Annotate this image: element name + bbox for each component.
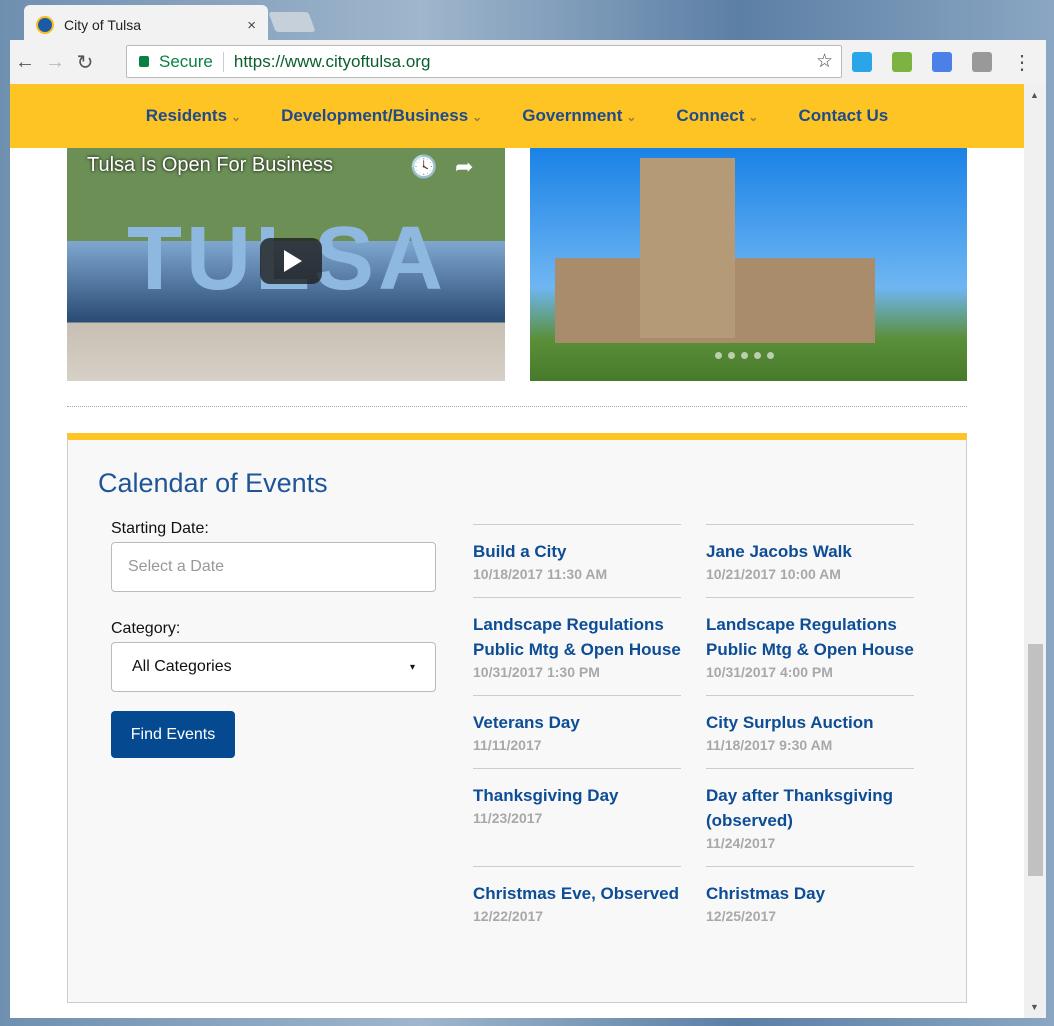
starting-date-label: Starting Date: [111,520,209,537]
nav-residents[interactable]: Residents ⌄ [146,106,241,126]
chevron-down-icon: ⌄ [748,110,759,124]
events-list: Build a City 10/18/2017 11:30 AM Jane Jac… [473,524,914,939]
event-title-link[interactable]: Landscape Regulations Public Mtg & Open … [706,612,914,662]
nav-contact-us[interactable]: Contact Us [798,106,888,126]
back-icon[interactable]: ← [10,51,40,74]
nav-development-business[interactable]: Development/Business ⌄ [281,106,482,126]
reload-icon[interactable]: ↻ [70,50,100,75]
event-date: 12/22/2017 [473,908,544,924]
secure-label: Secure [159,51,213,71]
slide-dot[interactable] [728,352,735,359]
translate-icon[interactable] [932,52,952,72]
scrollbar-thumb[interactable] [1028,644,1043,876]
slide-dot[interactable] [715,352,722,359]
extension-icon[interactable] [852,52,872,72]
nav-label: Contact Us [798,106,889,125]
share-icon[interactable]: ➦ [455,154,473,180]
nav-connect[interactable]: Connect ⌄ [676,106,758,126]
web-page: Residents ⌄ Development/Business ⌄ Governm… [10,84,1024,1018]
event-item: Christmas Eve, Observed 12/22/2017 [473,866,681,939]
event-title-link[interactable]: Landscape Regulations Public Mtg & Open … [473,612,681,662]
event-date: 11/11/2017 [473,737,542,753]
play-button[interactable] [260,238,322,284]
event-item: Landscape Regulations Public Mtg & Open … [473,597,681,695]
event-date: 11/24/2017 [706,835,776,851]
nav-label: Government [522,106,623,125]
event-item: City Surplus Auction 11/18/2017 9:30 AM [706,695,914,768]
event-item: Landscape Regulations Public Mtg & Open … [706,597,914,695]
event-title-link[interactable]: Jane Jacobs Walk [706,539,914,564]
slide-indicators [715,352,774,359]
event-item: Veterans Day 11/11/2017 [473,695,681,768]
event-item: Jane Jacobs Walk 10/21/2017 10:00 AM [706,524,914,597]
event-date: 10/21/2017 10:00 AM [706,566,841,582]
event-date: 10/31/2017 1:30 PM [473,664,600,680]
watch-later-icon[interactable]: 🕓 [410,154,437,180]
building-tower [640,158,735,338]
nav-label: Residents [145,106,228,125]
forward-icon[interactable]: → [40,51,70,74]
chevron-down-icon: ⌄ [231,110,242,124]
slide-dot[interactable] [741,352,748,359]
slideshow-image[interactable] [530,148,967,381]
extension-icon[interactable] [972,52,992,72]
event-title-link[interactable]: Thanksgiving Day [473,783,681,808]
bookmark-star-icon[interactable]: ☆ [816,50,833,73]
event-date: 10/18/2017 11:30 AM [473,566,608,582]
new-tab-button[interactable] [268,12,316,32]
date-placeholder: Select a Date [128,558,225,575]
event-date: 10/31/2017 4:00 PM [706,664,833,680]
scroll-up-arrow-icon[interactable]: ▲ [1030,90,1039,100]
event-title-link[interactable]: Day after Thanksgiving (observed) [706,783,914,833]
scroll-down-arrow-icon[interactable]: ▼ [1030,1002,1039,1012]
section-title: Calendar of Events [98,468,328,498]
divider [222,51,224,72]
nav-government[interactable]: Government ⌄ [522,106,636,126]
address-bar[interactable]: Secure https://www.cityoftulsa.org ☆ [126,45,842,78]
event-title-link[interactable]: Christmas Day [706,881,914,906]
event-item: Christmas Day 12/25/2017 [706,866,914,939]
find-events-button[interactable]: Find Events [111,711,235,758]
calendar-of-events: Calendar of Events Starting Date: Select… [67,433,967,1003]
event-title-link[interactable]: Build a City [473,539,681,564]
menu-icon[interactable]: ⋮ [1007,50,1037,75]
caret-down-icon: ▾ [409,661,415,673]
nav-label: Development/Business [281,106,469,125]
chevron-down-icon: ⌄ [472,110,483,124]
browser-toolbar: ← → ↻ Secure https://www.cityoftulsa.org… [10,40,1046,84]
slide-dot[interactable] [767,352,774,359]
event-item: Build a City 10/18/2017 11:30 AM [473,524,681,597]
vertical-scrollbar[interactable]: ▲ ▼ [1024,84,1046,1018]
chevron-down-icon: ⌄ [626,110,637,124]
event-item: Day after Thanksgiving (observed) 11/24/2… [706,768,914,866]
video-title[interactable]: Tulsa Is Open For Business [87,154,333,177]
print-extension-icon[interactable] [892,52,912,72]
event-date: 12/25/2017 [706,908,777,924]
main-nav: Residents ⌄ Development/Business ⌄ Governm… [10,84,1024,148]
city-logo-icon [36,16,54,34]
event-title-link[interactable]: Veterans Day [473,710,681,735]
event-title-link[interactable]: City Surplus Auction [706,710,914,735]
category-value: All Categories [132,658,232,675]
tab-title: City of Tulsa [64,17,142,33]
browser-tab[interactable]: City of Tulsa × [24,5,268,45]
event-date: 11/18/2017 9:30 AM [706,737,833,753]
event-title-link[interactable]: Christmas Eve, Observed [473,881,681,906]
category-select[interactable]: All Categories ▾ [111,642,436,692]
video-player[interactable]: TULSA Tulsa Is Open For Business 🕓 ➦ [67,148,505,381]
nav-label: Connect [676,106,745,125]
slide-dot[interactable] [754,352,761,359]
event-item: Thanksgiving Day 11/23/2017 [473,768,681,866]
category-label: Category: [111,620,181,637]
event-date: 11/23/2017 [473,810,543,826]
lock-icon [139,56,149,67]
divider [67,406,967,407]
url-text[interactable]: https://www.cityoftulsa.org [234,52,431,72]
close-tab-icon[interactable]: × [247,17,256,34]
date-input[interactable]: Select a Date [111,542,436,592]
